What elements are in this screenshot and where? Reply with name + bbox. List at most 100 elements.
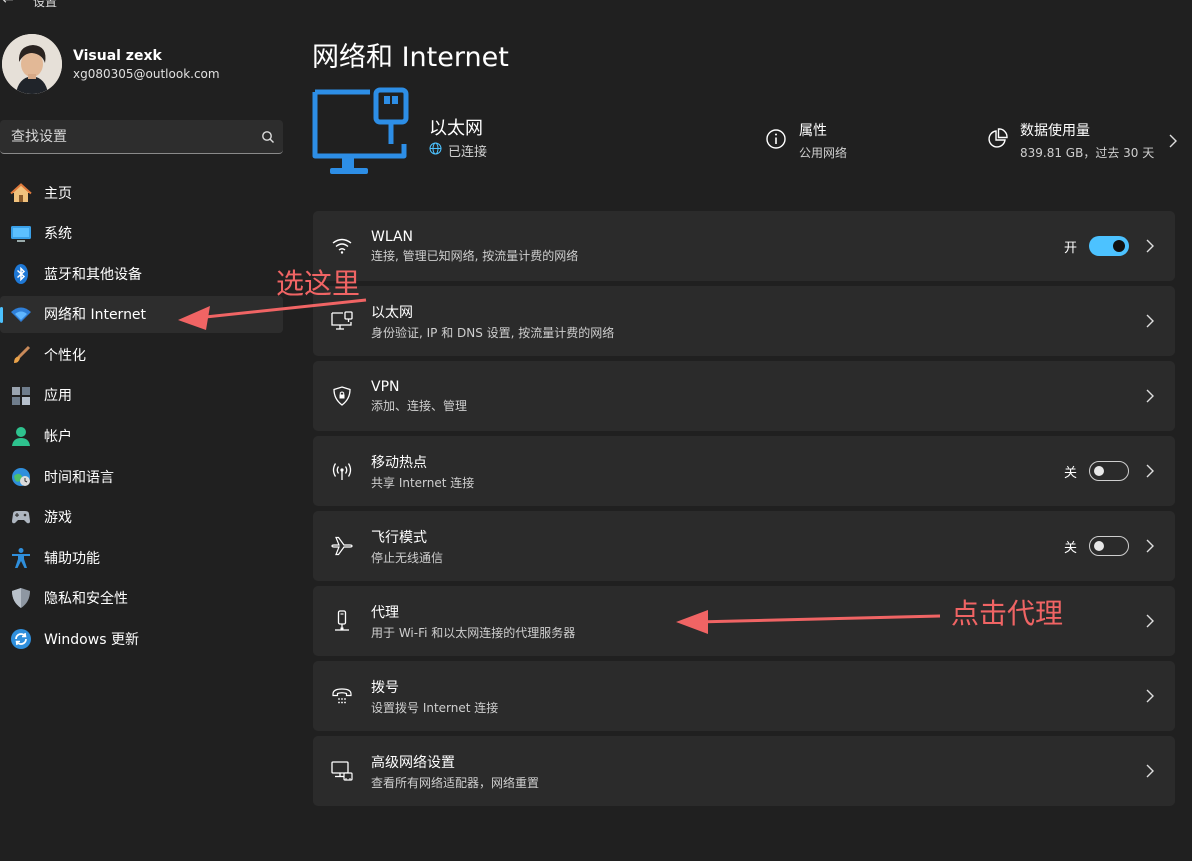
hotspot-toggle[interactable] bbox=[1089, 461, 1129, 481]
window-title: 设置 bbox=[33, 0, 58, 9]
card-title: WLAN bbox=[371, 228, 414, 245]
connection-status: 已连接 bbox=[429, 141, 487, 160]
sidebar-item-label: 时间和语言 bbox=[44, 469, 114, 486]
sidebar-item-label: 网络和 Internet bbox=[44, 307, 147, 324]
card-title: 飞行模式 bbox=[371, 529, 427, 546]
sidebar-item-label: 个性化 bbox=[44, 347, 86, 364]
chevron-right-icon bbox=[1168, 134, 1178, 148]
sidebar-item-windows-update[interactable]: Windows 更新 bbox=[0, 621, 283, 658]
card-title: 高级网络设置 bbox=[371, 754, 455, 771]
wlan-card[interactable]: WLAN 连接, 管理已知网络, 按流量计费的网络 开 bbox=[313, 211, 1175, 281]
annotation-click-proxy: 点击代理 bbox=[951, 597, 1064, 630]
chevron-right-icon bbox=[1145, 314, 1155, 328]
annotation-select-here: 选这里 bbox=[276, 267, 361, 300]
dialup-icon bbox=[313, 686, 371, 706]
toggle-state-label: 关 bbox=[1063, 465, 1077, 481]
brush-icon bbox=[10, 344, 32, 366]
chevron-right-icon bbox=[1145, 539, 1155, 553]
globe-icon bbox=[429, 142, 442, 159]
sidebar-item-label: 主页 bbox=[44, 185, 72, 202]
sidebar-item-bluetooth[interactable]: 蓝牙和其他设备 bbox=[0, 255, 283, 292]
ethernet-icon bbox=[313, 311, 371, 331]
update-icon bbox=[10, 628, 32, 650]
airplane-mode-card[interactable]: 飞行模式 停止无线通信 关 bbox=[313, 511, 1175, 581]
network-icon bbox=[10, 303, 32, 325]
accessibility-icon bbox=[10, 547, 32, 569]
vpn-card[interactable]: VPN 添加、连接、管理 bbox=[313, 361, 1175, 431]
airplane-mode-toggle[interactable] bbox=[1089, 536, 1129, 556]
card-subtitle: 身份验证, IP 和 DNS 设置, 按流量计费的网络 bbox=[371, 325, 615, 340]
apps-icon bbox=[10, 384, 32, 406]
card-subtitle: 添加、连接、管理 bbox=[371, 398, 468, 413]
search-box[interactable] bbox=[0, 120, 283, 154]
data-usage-title: 数据使用量 bbox=[1020, 123, 1090, 139]
user-profile[interactable]: Visual zexk xg080305@outlook.com bbox=[2, 34, 220, 94]
wlan-toggle[interactable] bbox=[1089, 236, 1129, 256]
settings-list: WLAN 连接, 管理已知网络, 按流量计费的网络 开 以太网 身份验证, IP… bbox=[313, 211, 1175, 811]
chevron-right-icon bbox=[1145, 764, 1155, 778]
mobile-hotspot-card[interactable]: 移动热点 共享 Internet 连接 关 bbox=[313, 436, 1175, 506]
data-usage-subtitle: 839.81 GB，过去 30 天 bbox=[1020, 146, 1155, 160]
sidebar-item-personalization[interactable]: 个性化 bbox=[0, 336, 283, 373]
connection-name: 以太网 bbox=[429, 118, 483, 139]
sidebar-item-network[interactable]: 网络和 Internet bbox=[0, 295, 283, 333]
sidebar-item-label: 帐户 bbox=[44, 429, 72, 446]
time-language-icon bbox=[10, 466, 32, 488]
chevron-right-icon bbox=[1145, 614, 1155, 628]
properties-title: 属性 bbox=[799, 123, 827, 139]
card-title: 移动热点 bbox=[371, 454, 427, 471]
search-icon[interactable] bbox=[253, 130, 283, 144]
sidebar-item-gaming[interactable]: 游戏 bbox=[0, 499, 283, 536]
chevron-right-icon bbox=[1145, 689, 1155, 703]
shield-icon bbox=[10, 587, 32, 609]
ethernet-card[interactable]: 以太网 身份验证, IP 和 DNS 设置, 按流量计费的网络 bbox=[313, 286, 1175, 356]
properties-link[interactable]: 属性 公用网络 bbox=[765, 120, 847, 161]
chevron-right-icon bbox=[1145, 239, 1155, 253]
advanced-network-card[interactable]: 高级网络设置 查看所有网络适配器，网络重置 bbox=[313, 736, 1175, 806]
vpn-shield-icon bbox=[313, 386, 371, 406]
sidebar-item-label: Windows 更新 bbox=[44, 632, 139, 649]
bluetooth-icon bbox=[10, 263, 32, 285]
system-icon bbox=[10, 222, 32, 244]
chevron-right-icon bbox=[1145, 389, 1155, 403]
sidebar-item-label: 游戏 bbox=[44, 510, 72, 527]
sidebar-item-label: 辅助功能 bbox=[44, 550, 100, 567]
profile-email: xg080305@outlook.com bbox=[73, 66, 220, 81]
sidebar-item-accessibility[interactable]: 辅助功能 bbox=[0, 539, 283, 576]
sidebar-item-label: 蓝牙和其他设备 bbox=[44, 266, 142, 283]
wifi-icon bbox=[313, 238, 371, 254]
sidebar-nav: 主页 系统 蓝牙和其他设备 网络和 Internet 个性化 应用 帐户 时间和… bbox=[0, 174, 283, 661]
chevron-right-icon bbox=[1145, 464, 1155, 478]
info-icon bbox=[765, 128, 787, 154]
card-subtitle: 连接, 管理已知网络, 按流量计费的网络 bbox=[371, 248, 579, 263]
gaming-icon bbox=[10, 506, 32, 528]
toggle-state-label: 开 bbox=[1063, 240, 1077, 256]
card-subtitle: 共享 Internet 连接 bbox=[371, 475, 475, 490]
data-usage-link[interactable]: 数据使用量 839.81 GB，过去 30 天 bbox=[986, 120, 1178, 161]
card-title: 拨号 bbox=[371, 679, 399, 696]
page-title: 网络和 Internet bbox=[312, 42, 509, 73]
sidebar-item-home[interactable]: 主页 bbox=[0, 174, 283, 211]
airplane-icon bbox=[313, 536, 371, 556]
toggle-state-label: 关 bbox=[1063, 540, 1077, 556]
advanced-network-icon bbox=[313, 761, 371, 781]
ethernet-monitor-icon bbox=[312, 86, 412, 190]
card-subtitle: 查看所有网络适配器，网络重置 bbox=[371, 775, 540, 790]
dial-up-card[interactable]: 拨号 设置拨号 Internet 连接 bbox=[313, 661, 1175, 731]
pie-chart-icon bbox=[986, 127, 1008, 154]
search-input[interactable] bbox=[0, 127, 253, 146]
sidebar-item-label: 系统 bbox=[44, 226, 72, 243]
sidebar-item-system[interactable]: 系统 bbox=[0, 215, 283, 252]
sidebar-item-privacy[interactable]: 隐私和安全性 bbox=[0, 580, 283, 617]
profile-name: Visual zexk bbox=[73, 47, 162, 64]
connection-status-text: 已连接 bbox=[448, 145, 488, 160]
card-title: VPN bbox=[371, 378, 400, 395]
properties-subtitle: 公用网络 bbox=[799, 146, 848, 160]
hotspot-icon bbox=[313, 461, 371, 481]
sidebar-item-time-language[interactable]: 时间和语言 bbox=[0, 458, 283, 495]
back-arrow-icon[interactable]: ← bbox=[2, 0, 14, 8]
avatar[interactable] bbox=[2, 34, 62, 94]
sidebar-item-accounts[interactable]: 帐户 bbox=[0, 418, 283, 455]
sidebar-item-apps[interactable]: 应用 bbox=[0, 377, 283, 414]
card-title: 以太网 bbox=[371, 304, 413, 321]
